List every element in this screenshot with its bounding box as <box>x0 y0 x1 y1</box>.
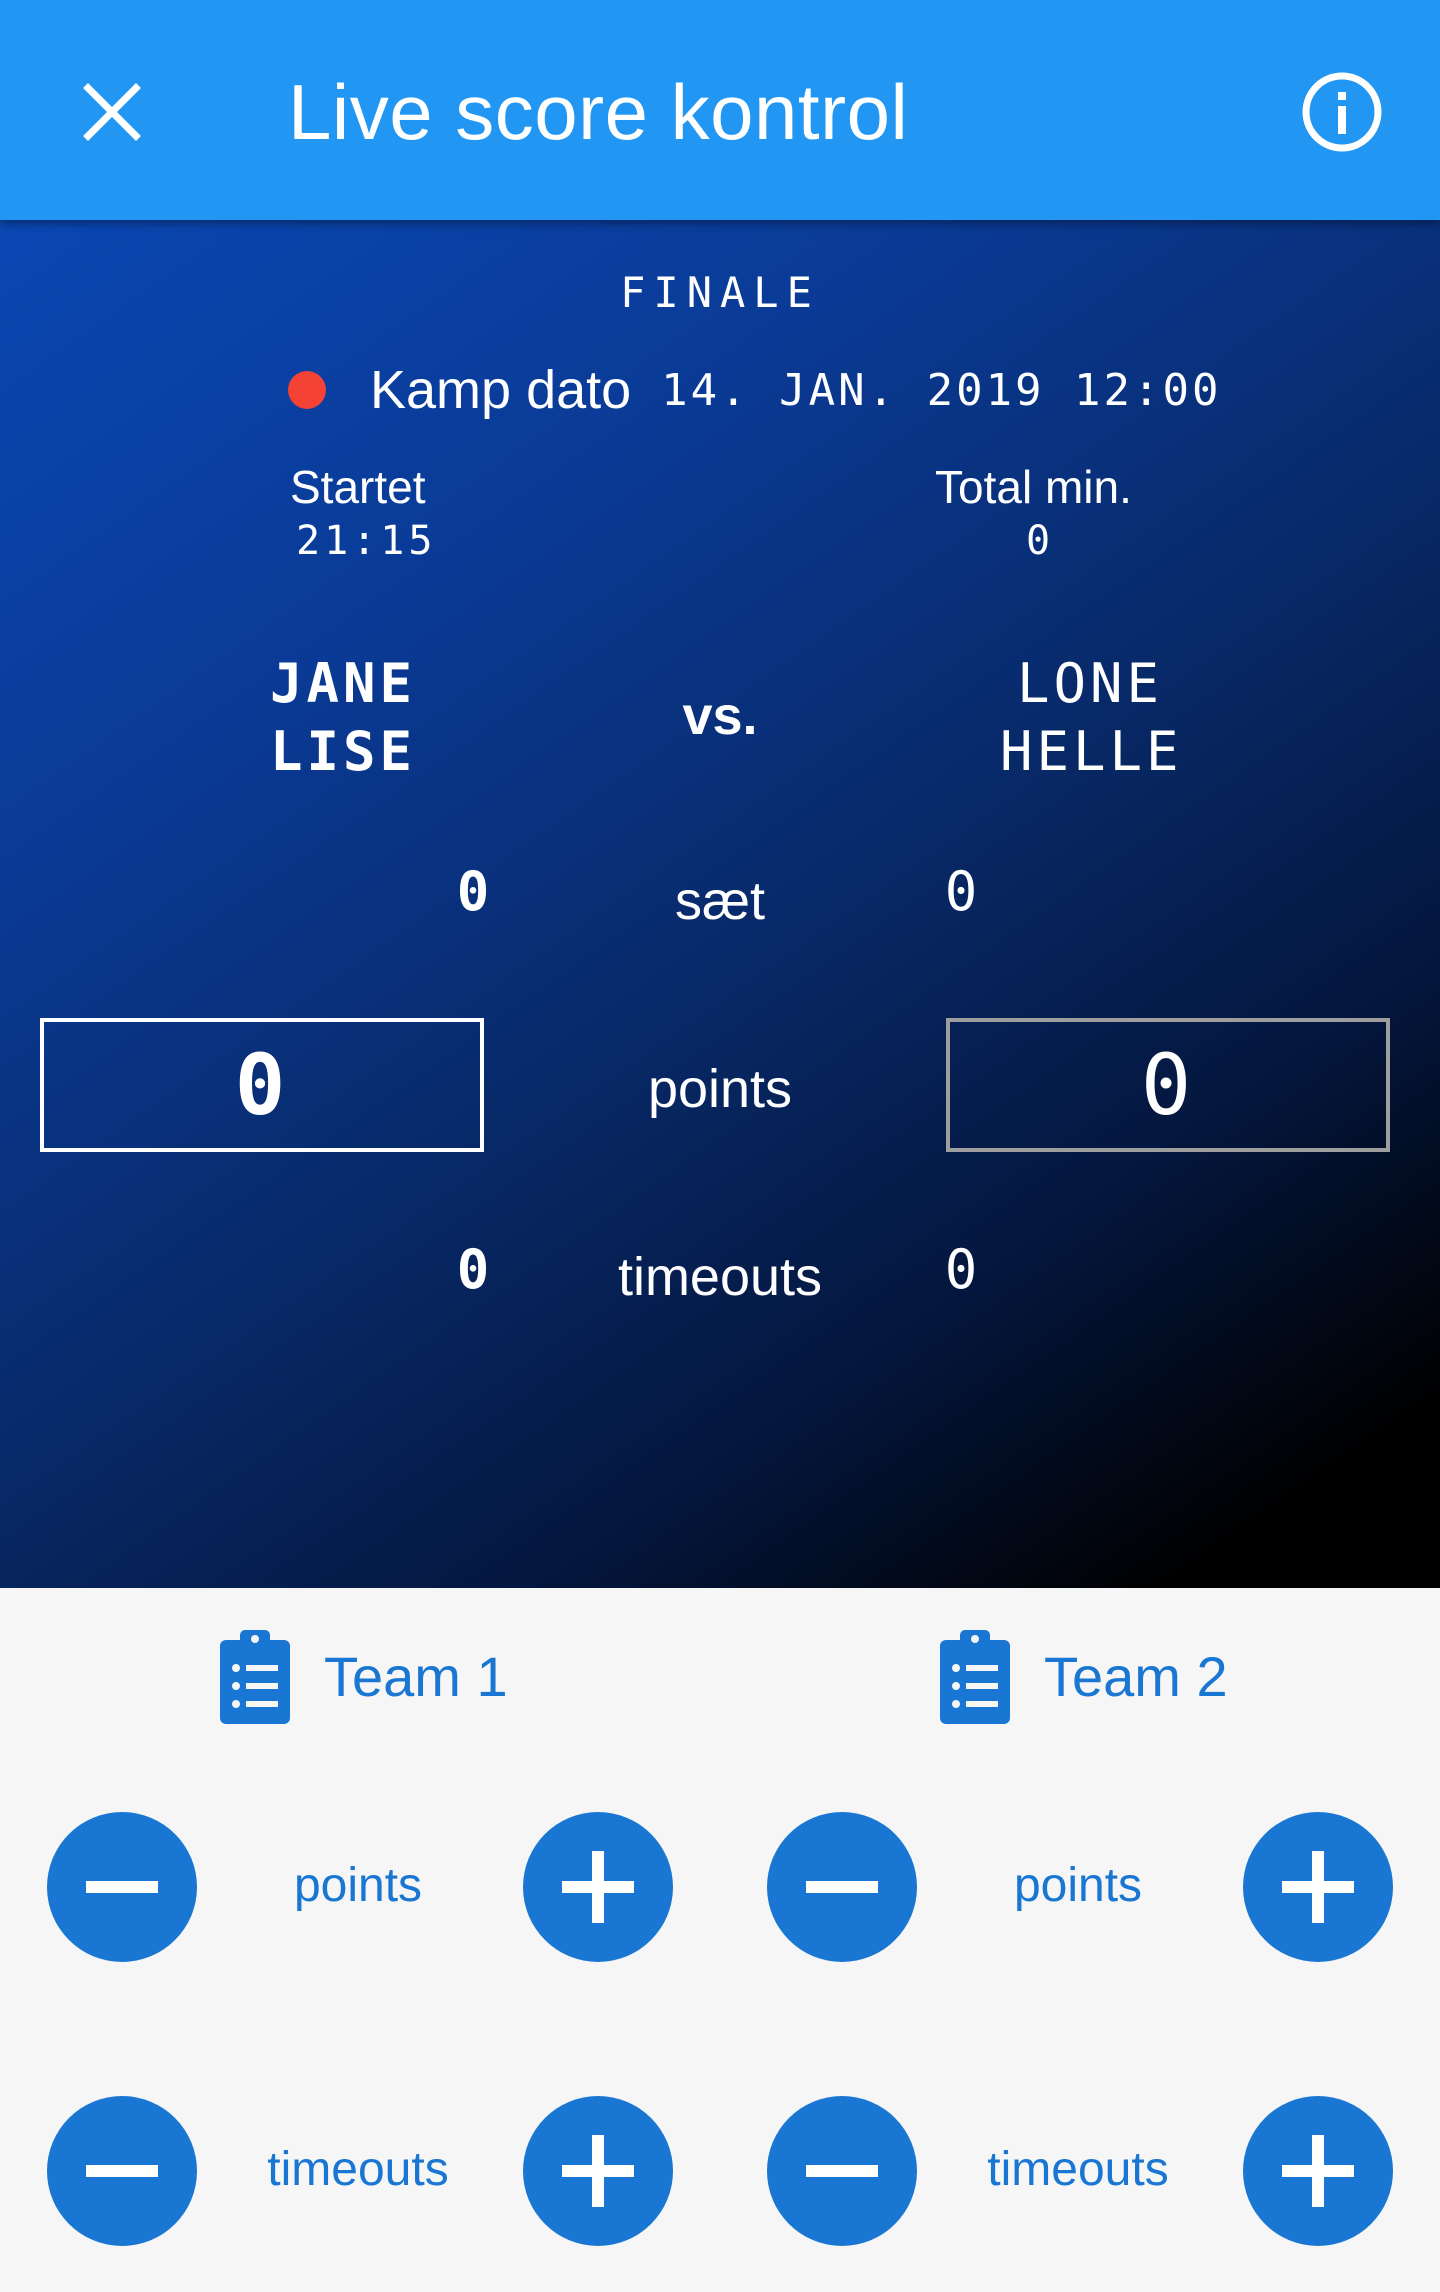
team2-timeouts-value: 0 <box>944 1238 982 1301</box>
round-label: FINALE <box>620 268 820 317</box>
team2-sets-value: 0 <box>944 860 982 923</box>
team1-timeouts-plus-button[interactable] <box>523 2096 673 2246</box>
plus-icon <box>1282 2135 1354 2207</box>
team1-points-value: 0 <box>234 1036 290 1134</box>
team1-header[interactable]: Team 1 <box>218 1626 508 1726</box>
team2-player1: LONE <box>1016 652 1164 715</box>
app-bar: Live score kontrol <box>0 0 1440 220</box>
clipboard-list-icon <box>220 1630 290 1724</box>
plus-icon <box>562 1851 634 1923</box>
minus-icon <box>806 2165 878 2177</box>
team1-points-control-label: points <box>293 1859 423 1912</box>
started-label: Startet <box>290 461 426 513</box>
team2-points-control-label: points <box>1013 1859 1143 1912</box>
team2-points-value: 0 <box>1140 1036 1196 1134</box>
minus-icon <box>86 2165 158 2177</box>
team1-points-minus-button[interactable] <box>47 1812 197 1962</box>
total-minutes-label: Total min. <box>935 461 1132 513</box>
team2-points-minus-button[interactable] <box>767 1812 917 1962</box>
team1-player1: JANE <box>270 652 417 715</box>
match-date-row: Kamp dato 14. JAN. 2019 12:00 <box>288 350 1222 430</box>
points-label: points <box>647 1059 793 1119</box>
team2-header-label: Team 2 <box>1044 1644 1228 1708</box>
team1-timeouts-value: 0 <box>456 1238 494 1301</box>
team2-timeouts-minus-button[interactable] <box>767 2096 917 2246</box>
total-minutes-value: 0 <box>1025 518 1055 564</box>
sets-label: sæt <box>674 871 766 931</box>
minus-icon <box>86 1881 158 1893</box>
team1-players: JANE LISE <box>270 650 430 786</box>
team2-header[interactable]: Team 2 <box>938 1626 1228 1726</box>
team1-timeouts-control-label: timeouts <box>267 2143 449 2196</box>
team2-player2: HELLE <box>1000 720 1183 783</box>
close-button[interactable] <box>70 70 154 154</box>
plus-icon <box>1282 1851 1354 1923</box>
team2-timeouts-plus-button[interactable] <box>1243 2096 1393 2246</box>
match-date-label: Kamp dato <box>370 360 632 420</box>
started-value: 21:15 <box>296 518 437 564</box>
close-icon <box>83 83 141 141</box>
info-button[interactable] <box>1298 68 1386 156</box>
team1-header-label: Team 1 <box>324 1644 508 1708</box>
team1-player2: LISE <box>270 720 417 783</box>
team1-points-box[interactable]: 0 <box>40 1018 484 1152</box>
plus-icon <box>562 2135 634 2207</box>
info-icon <box>1302 72 1382 152</box>
team2-timeouts-control-label: timeouts <box>987 2143 1169 2196</box>
team2-points-box[interactable]: 0 <box>946 1018 1390 1152</box>
team1-sets-value: 0 <box>456 860 494 923</box>
live-status-indicator <box>288 371 326 409</box>
minus-icon <box>806 1881 878 1893</box>
team2-points-plus-button[interactable] <box>1243 1812 1393 1962</box>
clipboard-list-icon <box>940 1630 1010 1724</box>
page-title: Live score kontrol <box>288 68 909 156</box>
timeouts-label: timeouts <box>617 1247 823 1307</box>
vs-label: vs. <box>682 686 758 746</box>
match-date-value: 14. JAN. 2019 12:00 <box>661 364 1222 416</box>
team2-players: LONE HELLE <box>1000 650 1180 786</box>
scoreboard: FINALE Kamp dato 14. JAN. 2019 12:00 Sta… <box>0 220 1440 1588</box>
team1-points-plus-button[interactable] <box>523 1812 673 1962</box>
team1-timeouts-minus-button[interactable] <box>47 2096 197 2246</box>
